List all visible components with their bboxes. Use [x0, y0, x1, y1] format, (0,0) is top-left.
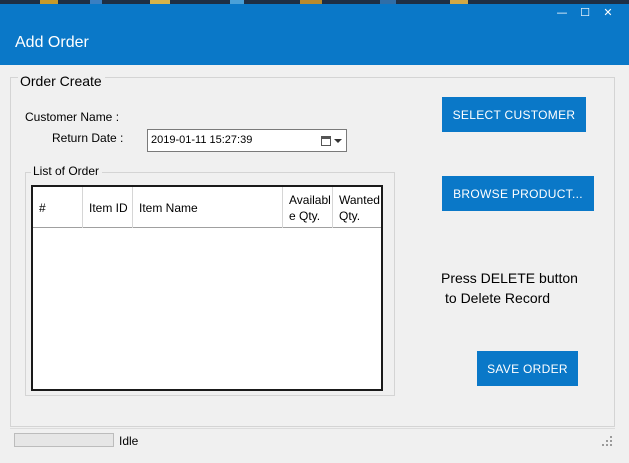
window-header: Add Order	[0, 22, 629, 65]
calendar-icon[interactable]	[321, 136, 331, 146]
delete-hint-line-1: Press DELETE button	[441, 270, 578, 286]
delete-hint-line-2: to Delete Record	[445, 290, 551, 306]
column-header-number[interactable]: #	[33, 187, 83, 228]
column-header-item-id[interactable]: Item ID	[83, 187, 133, 228]
column-header-item-name[interactable]: Item Name	[133, 187, 283, 228]
column-header-available-qty[interactable]: Available Qty.	[283, 187, 333, 228]
close-icon[interactable]: ✕	[597, 5, 619, 21]
maximize-icon[interactable]: ☐	[574, 5, 596, 21]
status-text: Idle	[119, 434, 139, 448]
table-header: # Item ID Item Name Available Qty. Wante…	[33, 187, 381, 228]
return-date-value[interactable]: 2019-01-11 15:27:39	[151, 134, 252, 146]
order-list-table[interactable]: # Item ID Item Name Available Qty. Wante…	[31, 185, 383, 391]
order-create-group-title: Order Create	[18, 73, 105, 89]
header-title: Add Order	[15, 34, 89, 51]
column-header-wanted-qty[interactable]: Wanted Qty.	[333, 187, 381, 228]
resize-grip-icon[interactable]	[602, 436, 612, 446]
save-order-button[interactable]: SAVE ORDER	[477, 351, 578, 386]
window-titlebar: — ☐ ✕	[0, 4, 629, 22]
status-bar: Idle	[10, 428, 615, 448]
progress-bar	[14, 433, 114, 447]
order-list-group-title: List of Order	[31, 164, 103, 178]
delete-hint-text: Press DELETE button to Delete Record	[441, 268, 601, 308]
browse-product-button[interactable]: BROWSE PRODUCT...	[442, 176, 594, 211]
return-date-label: Return Date :	[52, 131, 124, 145]
minimize-icon[interactable]: —	[551, 5, 573, 21]
customer-name-label: Customer Name :	[25, 110, 120, 124]
chevron-down-icon[interactable]	[334, 139, 342, 143]
select-customer-button[interactable]: SELECT CUSTOMER	[442, 97, 586, 132]
add-order-window: — ☐ ✕ Add Order Order Create Customer Na…	[0, 4, 629, 463]
return-date-picker[interactable]: 2019-01-11 15:27:39	[147, 129, 347, 152]
